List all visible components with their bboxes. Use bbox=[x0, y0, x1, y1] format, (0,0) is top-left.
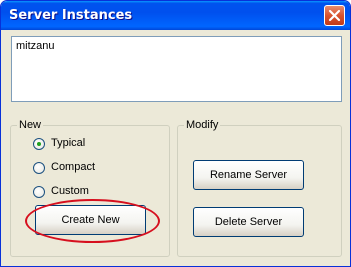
radio-circle bbox=[33, 186, 45, 198]
new-group: New Typical Compact Custom Create New bbox=[10, 119, 170, 257]
modify-group-legend: Modify bbox=[184, 119, 221, 131]
radio-selected-dot bbox=[37, 142, 41, 146]
radio-custom-label: Custom bbox=[51, 185, 89, 197]
radio-compact-label: Compact bbox=[51, 161, 96, 173]
close-icon bbox=[328, 9, 341, 22]
create-new-button[interactable]: Create New bbox=[35, 205, 146, 235]
radio-typical-label: Typical bbox=[51, 137, 86, 149]
new-group-legend: New bbox=[17, 119, 44, 131]
modify-group: Modify Rename Server Delete Server bbox=[177, 119, 342, 257]
server-list[interactable]: mitzanu bbox=[11, 36, 342, 102]
window-title: Server Instances bbox=[9, 8, 133, 23]
server-instances-dialog: Server Instances mitzanu New Typical Com… bbox=[0, 0, 351, 267]
close-button[interactable] bbox=[324, 5, 345, 26]
delete-server-button[interactable]: Delete Server bbox=[193, 207, 304, 237]
radio-circle bbox=[33, 162, 45, 174]
rename-server-button[interactable]: Rename Server bbox=[193, 160, 304, 190]
title-bar[interactable]: Server Instances bbox=[1, 1, 350, 30]
radio-circle bbox=[33, 138, 45, 150]
server-list-item[interactable]: mitzanu bbox=[16, 40, 55, 52]
